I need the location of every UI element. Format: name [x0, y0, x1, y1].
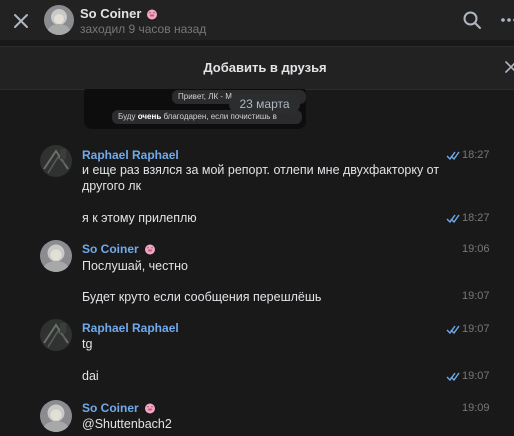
more-icon[interactable] — [500, 10, 514, 30]
message-time: 18:27 — [462, 149, 490, 161]
message-time: 19:07 — [462, 370, 490, 382]
message-text: я к этому прилеплю — [82, 211, 197, 225]
last-seen-status: заходил 9 часов назад — [80, 22, 207, 36]
sender-avatar[interactable] — [40, 240, 72, 272]
close-icon[interactable] — [11, 11, 31, 31]
sender-avatar[interactable] — [40, 145, 72, 177]
message-history: Привет, ЛК - М Буду очень благодарен, ес… — [0, 89, 514, 436]
contact-name-text: So Coiner — [80, 6, 142, 21]
message-text: @Shuttenbach2 — [82, 417, 172, 431]
message-time: 18:27 — [462, 212, 490, 224]
sender-name[interactable]: So Coiner — [82, 242, 156, 256]
message-time: 19:07 — [462, 290, 490, 302]
read-checkmark-icon — [446, 214, 460, 223]
screenshot-bubble-2-pre: Буду — [118, 112, 138, 121]
message-time: 19:09 — [462, 402, 490, 414]
read-checkmark-icon — [446, 372, 460, 381]
search-icon[interactable] — [462, 10, 482, 30]
add-friend-button[interactable]: Добавить в друзья — [0, 60, 514, 75]
date-divider: 23 марта — [229, 94, 300, 114]
read-checkmark-icon — [446, 151, 460, 160]
pig-emoji-icon — [147, 9, 158, 19]
sender-name-text: So Coiner — [82, 401, 139, 415]
sender-name[interactable]: Raphael Raphael — [82, 148, 179, 162]
sender-avatar[interactable] — [40, 319, 72, 351]
pig-emoji-icon — [144, 403, 155, 414]
sender-name[interactable]: So Coiner — [82, 401, 156, 415]
message-time: 19:07 — [462, 323, 490, 335]
message-text: Будет круто если сообщения перешлёшь — [82, 290, 322, 304]
chat-header: So Coiner заходил 9 часов назад — [0, 0, 514, 40]
add-friend-bar: Добавить в друзья — [0, 46, 514, 90]
screenshot-bubble-2-bold: очень — [137, 112, 162, 121]
pig-emoji-icon — [144, 244, 155, 255]
contact-name[interactable]: So Coiner — [80, 6, 158, 21]
sender-name[interactable]: Raphael Raphael — [82, 321, 179, 335]
sender-avatar[interactable] — [40, 400, 72, 432]
message-time: 19:06 — [462, 243, 490, 255]
message-text: dai — [82, 369, 99, 383]
contact-avatar[interactable] — [44, 5, 74, 35]
read-checkmark-icon — [446, 325, 460, 334]
message-text: tg — [82, 337, 93, 351]
message-text-line: другого лк — [82, 179, 142, 193]
message-text: и еще раз взялся за мой репорт. отлепи м… — [82, 162, 439, 194]
message-text: Послушай, честно — [82, 259, 188, 273]
chat-window: So Coiner заходил 9 часов назад Добавить… — [0, 0, 514, 436]
sender-name-text: So Coiner — [82, 242, 139, 256]
dismiss-icon[interactable] — [505, 61, 514, 73]
message-text-line: и еще раз взялся за мой репорт. отлепи м… — [82, 163, 440, 177]
